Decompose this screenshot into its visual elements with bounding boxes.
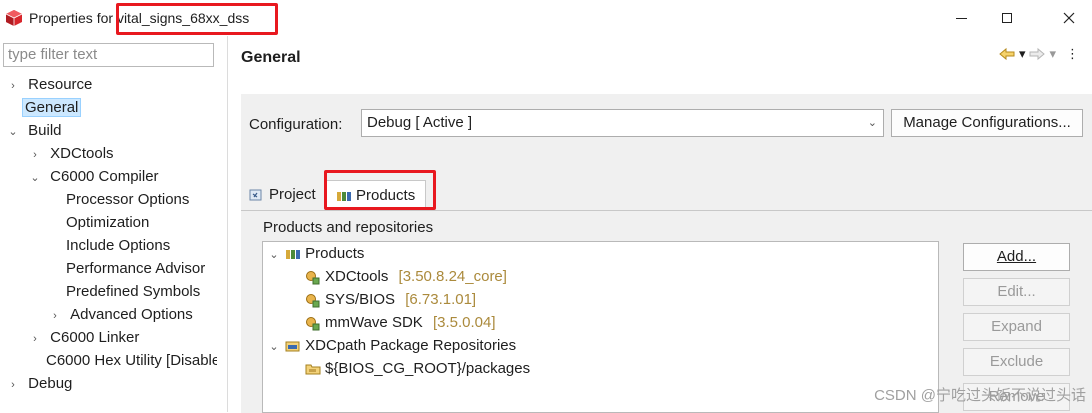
page-navigation: ▾ ▾ ⋮ (999, 46, 1079, 62)
tree-row-label: ${BIOS_CG_ROOT}/packages (325, 360, 531, 377)
minimize-button[interactable] (938, 0, 984, 36)
tree-item-predefined-symbols[interactable]: Predefined Symbols (66, 281, 200, 303)
tree-row-bios-cg-root[interactable]: ${BIOS_CG_ROOT}/packages (305, 358, 530, 380)
tree-item-label: Resource (28, 76, 93, 93)
tree-item-performance-advisor[interactable]: Performance Advisor (66, 258, 217, 280)
close-button[interactable] (1046, 0, 1092, 36)
filter-input[interactable]: type filter text (3, 43, 214, 67)
configuration-select[interactable]: Debug [ Active ] ⌄ (361, 109, 884, 137)
product-plugin-icon (306, 271, 320, 285)
back-arrow-icon[interactable] (999, 47, 1015, 61)
tree-item-advanced-options[interactable]: › Advanced Options (48, 304, 193, 326)
tree-row-label: mmWave SDK (325, 314, 423, 331)
tabs-area: Project Products Products and repositori… (241, 170, 1092, 413)
back-menu-icon[interactable]: ▾ (1019, 46, 1026, 62)
collapse-arrow-icon[interactable]: ⌄ (267, 336, 281, 358)
tree-row-mmwave-sdk[interactable]: mmWave SDK [3.5.0.04] (305, 312, 496, 334)
tree-row-label: XDCtools (325, 268, 389, 285)
configuration-area: Configuration: Debug [ Active ] ⌄ Manage… (241, 94, 1092, 172)
expand-arrow-icon[interactable]: › (6, 75, 20, 97)
title-prefix: Properties for (29, 10, 117, 26)
tree-item-optimization[interactable]: Optimization (66, 212, 149, 234)
chevron-down-icon: ⌄ (867, 117, 877, 129)
tree-item-label: C6000 Linker (50, 329, 140, 346)
tree-item-resource[interactable]: › Resource (6, 74, 92, 96)
property-tree-pane: type filter text › Resource General ⌄ Bu… (0, 36, 227, 412)
exclude-button[interactable]: Exclude (963, 348, 1070, 376)
version-label: [3.50.8.24_core] (398, 268, 507, 285)
expand-arrow-icon[interactable]: › (28, 328, 42, 350)
tree-item-label: Processor Options (66, 191, 190, 208)
repository-icon (285, 341, 300, 352)
project-icon (249, 189, 262, 201)
view-menu-icon[interactable]: ⋮ (1066, 46, 1079, 62)
configuration-label: Configuration: (249, 116, 343, 133)
package-folder-icon (305, 364, 321, 375)
title-bar: Properties for vital_signs_68xx_dss (0, 0, 1092, 36)
products-folder-icon (286, 250, 301, 260)
tree-item-general[interactable]: General (22, 97, 82, 119)
highlight-box-title (116, 3, 278, 35)
expand-button[interactable]: Expand (963, 313, 1070, 341)
ccs-cube-icon (5, 10, 23, 26)
tree-item-c6000-hex-utility[interactable]: C6000 Hex Utility [Disabled] (46, 350, 217, 372)
tree-item-label: General (22, 98, 82, 117)
tree-item-label: Optimization (66, 214, 150, 231)
tree-item-label: Build (28, 122, 62, 139)
tree-item-label: XDCtools (50, 145, 114, 162)
highlight-box-products-tab (324, 170, 436, 210)
general-page: General ▾ ▾ ⋮ Configuration: Debug [ Act… (228, 36, 1092, 413)
expand-arrow-icon[interactable]: › (28, 144, 42, 166)
tree-item-label: Debug (28, 375, 73, 392)
version-label: [6.73.1.01] (405, 291, 477, 308)
close-icon (1063, 12, 1075, 24)
minimize-icon (955, 17, 967, 19)
tree-item-label: Performance Advisor (66, 260, 206, 277)
expand-arrow-icon[interactable]: › (6, 374, 20, 396)
products-tab-body: Products and repositories ⌄ Products XDC… (241, 210, 1092, 413)
manage-configurations-button[interactable]: Manage Configurations... (891, 109, 1083, 137)
products-group-label: Products and repositories (263, 219, 434, 236)
version-label: [3.5.0.04] (432, 314, 496, 331)
tree-row-label: Products (305, 245, 365, 262)
add-button[interactable]: Add... (963, 243, 1070, 271)
tree-item-label: C6000 Hex Utility [Disabled] (46, 352, 217, 369)
configuration-value: Debug [ Active ] (367, 114, 473, 131)
tree-item-xdctools[interactable]: › XDCtools (28, 143, 114, 166)
tree-item-label: Advanced Options (70, 306, 193, 323)
tree-item-include-options[interactable]: Include Options (66, 235, 170, 257)
edit-button[interactable]: Edit... (963, 278, 1070, 306)
tree-item-c6000-compiler[interactable]: ⌄ C6000 Compiler (28, 166, 159, 189)
collapse-arrow-icon[interactable]: ⌄ (267, 244, 281, 266)
product-plugin-icon (306, 317, 320, 331)
maximize-icon (1002, 13, 1012, 23)
tree-item-label: Include Options (66, 237, 171, 254)
tree-row-label: SYS/BIOS (325, 291, 396, 308)
collapse-arrow-icon[interactable]: ⌄ (28, 167, 42, 189)
tree-row-xdctools[interactable]: XDCtools [3.50.8.24_core] (305, 266, 507, 288)
product-plugin-icon (306, 294, 320, 308)
forward-menu-icon[interactable]: ▾ (1049, 46, 1056, 62)
button-label: Add... (996, 248, 1037, 265)
tree-row-xdcpath-repositories[interactable]: ⌄ XDCpath Package Repositories (267, 335, 516, 357)
tree-item-c6000-linker[interactable]: › C6000 Linker (28, 327, 139, 349)
watermark-text: CSDN @宁吃过头饭不说过头话 (874, 387, 1086, 404)
tree-row-products[interactable]: ⌄ Products (267, 243, 364, 265)
tab-project[interactable]: Project (249, 180, 316, 210)
tree-row-label: XDCpath Package Repositories (305, 337, 517, 354)
tree-row-sys-bios[interactable]: SYS/BIOS [6.73.1.01] (305, 289, 476, 311)
forward-arrow-icon[interactable] (1029, 47, 1046, 61)
products-tree[interactable]: ⌄ Products XDCtools [3.50.8.24_core] SYS… (262, 241, 939, 413)
tree-item-processor-options[interactable]: Processor Options (66, 189, 189, 211)
tab-label: Project (269, 186, 316, 203)
tree-item-debug[interactable]: › Debug (6, 373, 72, 395)
expand-arrow-icon[interactable]: › (48, 305, 62, 327)
collapse-arrow-icon[interactable]: ⌄ (6, 121, 20, 143)
maximize-button[interactable] (984, 0, 1030, 36)
tree-item-label: C6000 Compiler (50, 168, 159, 185)
tree-item-build[interactable]: ⌄ Build (6, 120, 62, 143)
tree-item-label: Predefined Symbols (66, 283, 201, 300)
page-title: General (241, 49, 301, 66)
